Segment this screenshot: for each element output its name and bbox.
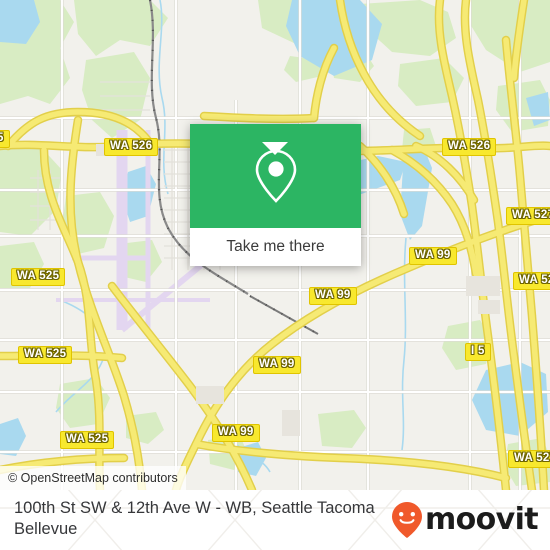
highway-shield: WA 526 — [442, 138, 497, 156]
moovit-pin-icon — [391, 502, 422, 538]
highway-shield: WA 99 — [212, 424, 260, 442]
popup-header — [190, 124, 361, 228]
highway-shield: 5 — [0, 130, 10, 148]
map-canvas[interactable]: WA 526 WA 526 5 WA 527 WA 99 WA 525 WA 527 WA 9… — [0, 0, 550, 490]
highway-shield: WA 525 — [60, 431, 115, 449]
highway-shield: WA 525 — [18, 346, 73, 364]
highway-shield: WA 527 — [508, 450, 550, 468]
moovit-station-map-page: WA 526 WA 526 5 WA 527 WA 99 WA 525 WA 527 WA 9… — [0, 0, 550, 550]
highway-shield: WA 527 — [513, 272, 550, 290]
take-me-there-label: Take me there — [226, 238, 325, 255]
station-title: 100th St SW & 12th Ave W - WB, Seattle T… — [14, 499, 375, 538]
moovit-wordmark: moovit — [424, 502, 539, 537]
highway-shield: WA 99 — [309, 287, 357, 305]
highway-shield: WA 527 — [506, 207, 550, 225]
popup-tail-triangle — [262, 142, 288, 155]
highway-shield: WA 525 — [11, 268, 66, 286]
highway-shield: WA 526 — [104, 138, 159, 156]
popup-action-row[interactable]: Take me there — [190, 228, 361, 266]
moovit-logo[interactable]: moovit — [390, 502, 539, 538]
location-pin-icon — [255, 149, 296, 203]
page-footer: 100th St SW & 12th Ave W - WB, Seattle T… — [0, 490, 550, 550]
highway-shield: WA 99 — [409, 247, 457, 265]
osm-attribution[interactable]: © OpenStreetMap contributors — [0, 466, 186, 490]
highway-shield: I 5 — [465, 343, 491, 361]
highway-shield: WA 99 — [253, 356, 301, 374]
